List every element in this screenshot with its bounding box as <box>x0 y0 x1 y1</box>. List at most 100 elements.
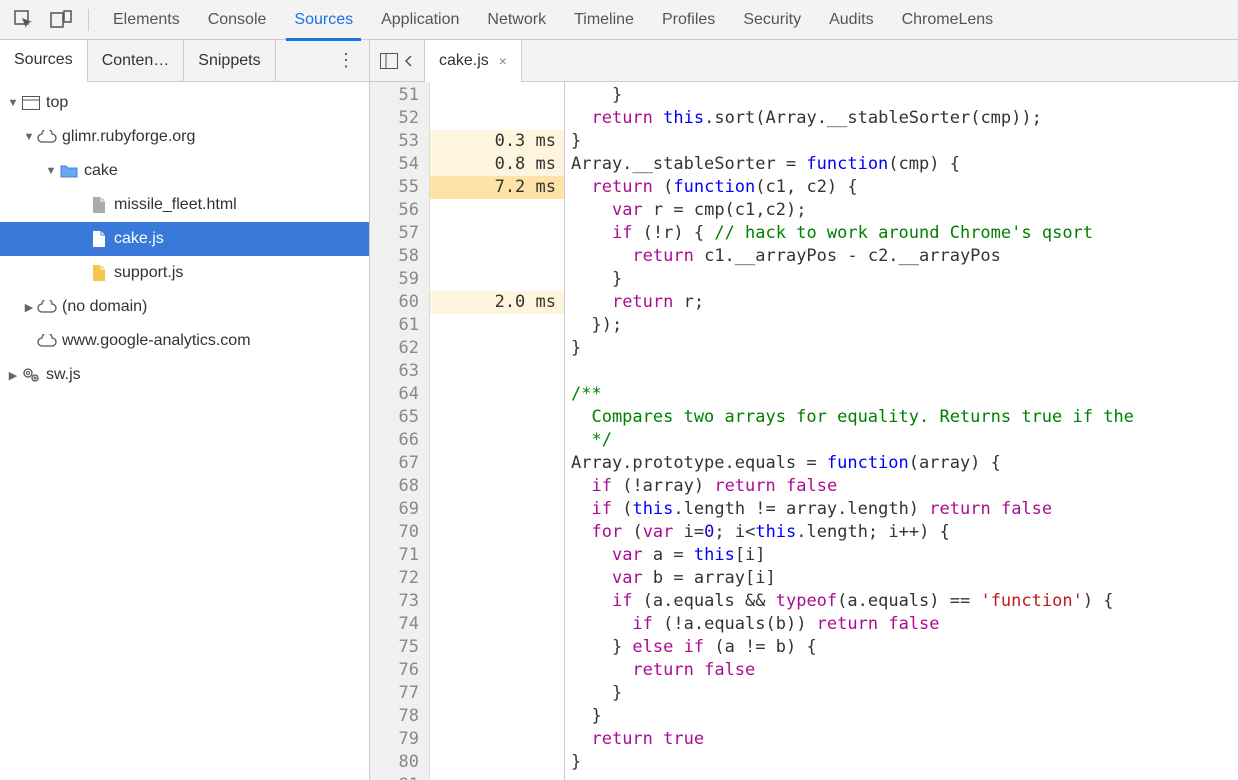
line-number[interactable]: 65 <box>370 406 429 429</box>
tab-chromelens[interactable]: ChromeLens <box>888 0 1008 40</box>
timing-cell <box>430 475 564 498</box>
line-number[interactable]: 73 <box>370 590 429 613</box>
code-content[interactable]: } return this.sort(Array.__stableSorter(… <box>565 82 1238 780</box>
tab-audits[interactable]: Audits <box>815 0 887 40</box>
tab-sources[interactable]: Sources <box>280 0 367 40</box>
code-editor[interactable]: 5152535455565758596061626364656667686970… <box>370 82 1238 780</box>
line-number[interactable]: 66 <box>370 429 429 452</box>
code-line[interactable]: var r = cmp(c1,c2); <box>571 199 1238 222</box>
line-number[interactable]: 58 <box>370 245 429 268</box>
code-line[interactable]: } <box>571 337 1238 360</box>
code-line[interactable]: return false <box>571 659 1238 682</box>
tree-item-cake-js[interactable]: cake.js <box>0 222 369 256</box>
tree-arrow-icon[interactable]: ▼ <box>44 165 58 177</box>
code-line[interactable]: return (function(c1, c2) { <box>571 176 1238 199</box>
tab-network[interactable]: Network <box>473 0 560 40</box>
line-number[interactable]: 75 <box>370 636 429 659</box>
code-line[interactable]: return this.sort(Array.__stableSorter(cm… <box>571 107 1238 130</box>
tree-arrow-icon[interactable]: ▶ <box>22 301 36 314</box>
code-line[interactable]: var b = array[i] <box>571 567 1238 590</box>
line-number[interactable]: 54 <box>370 153 429 176</box>
code-line[interactable]: } <box>571 84 1238 107</box>
timing-cell <box>430 199 564 222</box>
tab-timeline[interactable]: Timeline <box>560 0 648 40</box>
line-number[interactable]: 53 <box>370 130 429 153</box>
file-tab-cake-js[interactable]: cake.js × <box>425 40 522 82</box>
line-number[interactable]: 71 <box>370 544 429 567</box>
code-line[interactable]: Compares two arrays for equality. Return… <box>571 406 1238 429</box>
timing-cell <box>430 337 564 360</box>
tree-item-sw-js[interactable]: ▶sw.js <box>0 358 369 392</box>
code-line[interactable]: for (var i=0; i<this.length; i++) { <box>571 521 1238 544</box>
line-number[interactable]: 79 <box>370 728 429 751</box>
code-line[interactable]: } <box>571 130 1238 153</box>
line-number[interactable]: 62 <box>370 337 429 360</box>
line-number[interactable]: 70 <box>370 521 429 544</box>
line-number[interactable]: 78 <box>370 705 429 728</box>
code-line[interactable]: if (!r) { // hack to work around Chrome'… <box>571 222 1238 245</box>
code-line[interactable]: Array.prototype.equals = function(array)… <box>571 452 1238 475</box>
tree-item-missile-fleet-html[interactable]: missile_fleet.html <box>0 188 369 222</box>
line-number[interactable]: 61 <box>370 314 429 337</box>
code-line[interactable]: if (!array) return false <box>571 475 1238 498</box>
select-element-icon[interactable] <box>8 6 40 34</box>
line-number[interactable]: 80 <box>370 751 429 774</box>
code-line[interactable]: if (a.equals && typeof(a.equals) == 'fun… <box>571 590 1238 613</box>
code-line[interactable] <box>571 774 1238 780</box>
line-number[interactable]: 55 <box>370 176 429 199</box>
tree-item-support-js[interactable]: support.js <box>0 256 369 290</box>
line-number[interactable]: 67 <box>370 452 429 475</box>
code-line[interactable]: Array.__stableSorter = function(cmp) { <box>571 153 1238 176</box>
tab-elements[interactable]: Elements <box>99 0 194 40</box>
code-line[interactable]: } <box>571 751 1238 774</box>
close-icon[interactable]: × <box>499 53 507 69</box>
line-number[interactable]: 68 <box>370 475 429 498</box>
tree-arrow-icon[interactable]: ▶ <box>6 369 20 382</box>
sidebar-tab-conten[interactable]: Conten… <box>88 40 185 82</box>
code-line[interactable]: if (!a.equals(b)) return false <box>571 613 1238 636</box>
line-number[interactable]: 64 <box>370 383 429 406</box>
code-line[interactable]: }); <box>571 314 1238 337</box>
line-number[interactable]: 76 <box>370 659 429 682</box>
sidebar-tab-sources[interactable]: Sources <box>0 40 88 82</box>
tree-item--no-domain-[interactable]: ▶(no domain) <box>0 290 369 324</box>
tab-security[interactable]: Security <box>729 0 815 40</box>
code-line[interactable]: /** <box>571 383 1238 406</box>
tree-item-glimr-rubyforge-org[interactable]: ▼glimr.rubyforge.org <box>0 120 369 154</box>
device-icon[interactable] <box>44 6 78 34</box>
line-number[interactable]: 72 <box>370 567 429 590</box>
sidebar-tab-snippets[interactable]: Snippets <box>184 40 275 82</box>
line-number[interactable]: 69 <box>370 498 429 521</box>
line-number[interactable]: 59 <box>370 268 429 291</box>
code-line[interactable]: return c1.__arrayPos - c2.__arrayPos <box>571 245 1238 268</box>
code-line[interactable] <box>571 360 1238 383</box>
line-number[interactable]: 60 <box>370 291 429 314</box>
line-number[interactable]: 52 <box>370 107 429 130</box>
line-number[interactable]: 63 <box>370 360 429 383</box>
tab-profiles[interactable]: Profiles <box>648 0 729 40</box>
toggle-navigator-icon[interactable] <box>370 40 425 82</box>
code-line[interactable]: if (this.length != array.length) return … <box>571 498 1238 521</box>
line-number[interactable]: 81 <box>370 774 429 780</box>
tree-arrow-icon[interactable]: ▼ <box>22 131 36 143</box>
tab-console[interactable]: Console <box>194 0 281 40</box>
tab-application[interactable]: Application <box>367 0 473 40</box>
code-line[interactable]: } <box>571 705 1238 728</box>
code-line[interactable]: var a = this[i] <box>571 544 1238 567</box>
tree-item-top[interactable]: ▼top <box>0 86 369 120</box>
line-number[interactable]: 74 <box>370 613 429 636</box>
line-number[interactable]: 77 <box>370 682 429 705</box>
code-line[interactable]: */ <box>571 429 1238 452</box>
code-line[interactable]: } <box>571 682 1238 705</box>
code-line[interactable]: return true <box>571 728 1238 751</box>
line-number[interactable]: 56 <box>370 199 429 222</box>
code-line[interactable]: } <box>571 268 1238 291</box>
tree-item-cake[interactable]: ▼cake <box>0 154 369 188</box>
more-icon[interactable]: ⋮ <box>323 50 369 71</box>
line-number[interactable]: 51 <box>370 84 429 107</box>
tree-arrow-icon[interactable]: ▼ <box>6 97 20 109</box>
line-number[interactable]: 57 <box>370 222 429 245</box>
code-line[interactable]: return r; <box>571 291 1238 314</box>
tree-item-www-google-analytics-com[interactable]: www.google-analytics.com <box>0 324 369 358</box>
code-line[interactable]: } else if (a != b) { <box>571 636 1238 659</box>
